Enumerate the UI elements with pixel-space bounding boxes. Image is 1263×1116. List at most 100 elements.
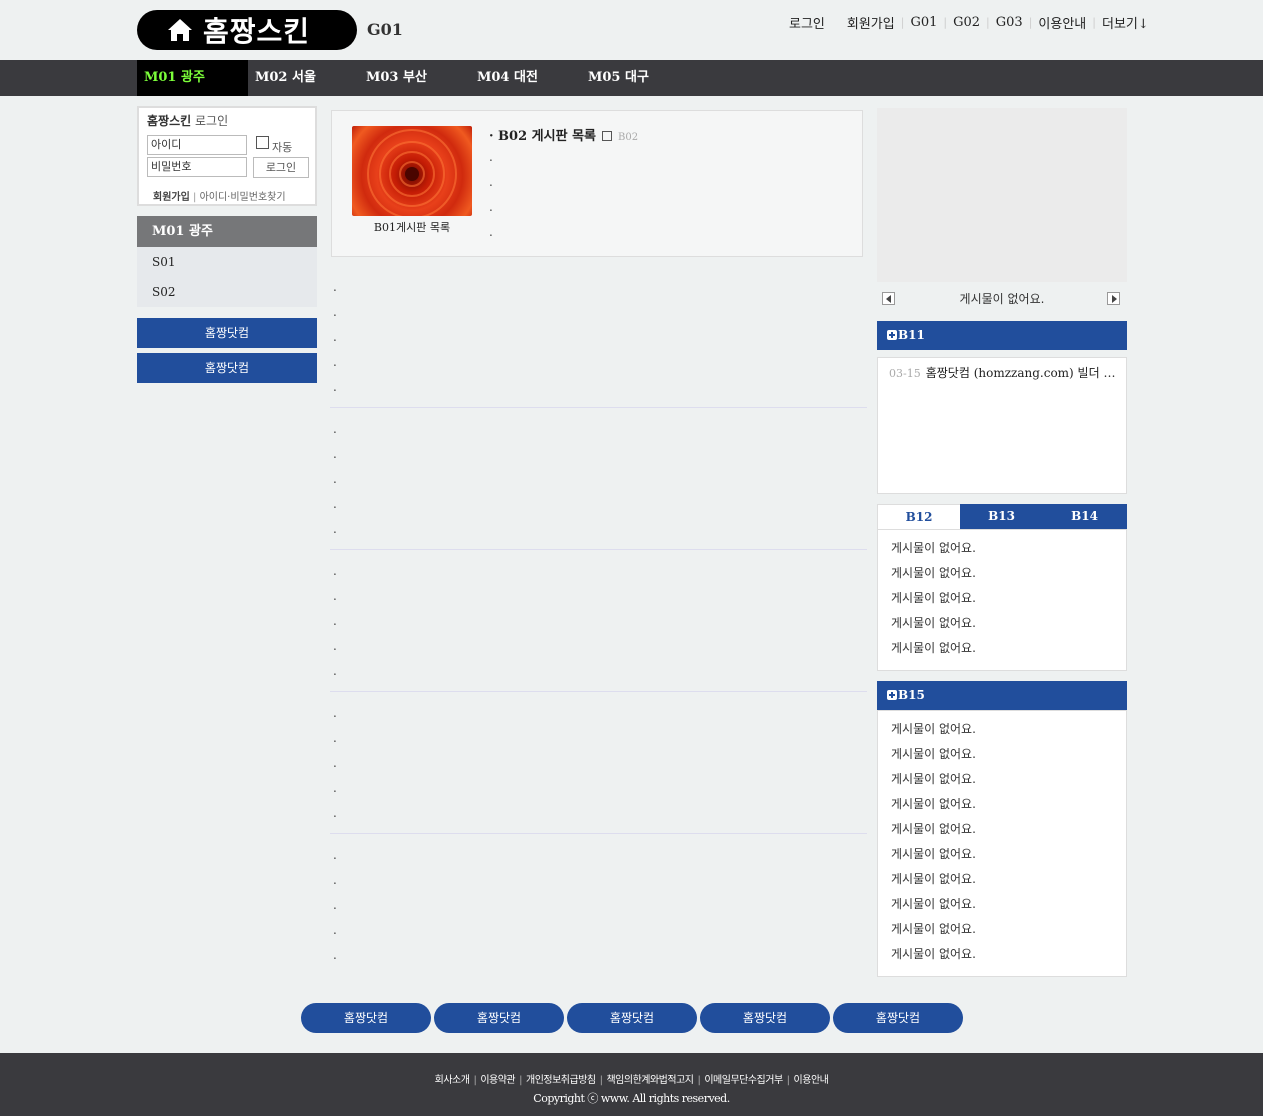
footer-link[interactable]: 이메일무단수집거부 [704, 1075, 783, 1086]
empty-message: 게시물이 없어요. [891, 772, 976, 786]
site-logo[interactable]: 홈짱스킨 [137, 10, 357, 50]
logo-text: 홈짱스킨 [203, 15, 311, 48]
left-menu: M01 광주 S01 S02 [137, 216, 317, 307]
b15-panel-head[interactable]: B15 [877, 681, 1127, 710]
featured-thumbnail[interactable] [352, 126, 472, 216]
divider: | [786, 1075, 790, 1086]
left-banner-button[interactable]: 홈짱닷컴 [137, 353, 317, 383]
list-item[interactable]: 03-15 홈짱닷컴 (homzzang.com) 빌더 … [889, 364, 1119, 381]
tab-b12[interactable]: B12 [877, 504, 960, 529]
list-item[interactable]: . [333, 781, 337, 795]
topnav-g03[interactable]: G03 [996, 15, 1023, 30]
topnav-g02[interactable]: G02 [953, 15, 980, 30]
thumbnail-caption[interactable]: B01게시판 목록 [352, 219, 472, 235]
mainnav-item-m04[interactable]: M04 대전 [470, 60, 581, 96]
board-title-code: · B02 [489, 129, 528, 144]
empty-message: 게시물이 없어요. [891, 947, 976, 961]
list-item[interactable]: . [333, 706, 337, 720]
b11-panel-head[interactable]: B11 [877, 321, 1127, 350]
board-list-group: ..... [330, 266, 867, 408]
footer-link[interactable]: 개인정보취급방침 [526, 1075, 596, 1086]
bottom-banner-button[interactable]: 홈짱닷컴 [833, 1003, 963, 1033]
topnav-join[interactable]: 회원가입 [847, 13, 895, 32]
mainnav-item-m05[interactable]: M05 대구 [581, 60, 692, 96]
list-item[interactable]: . [333, 948, 337, 962]
mainnav-item-m01[interactable]: M01 광주 [137, 60, 248, 96]
empty-message: 게시물이 없어요. [891, 922, 976, 936]
list-item[interactable]: . [333, 639, 337, 653]
list-item[interactable]: . [333, 589, 337, 603]
list-item[interactable]: . [333, 564, 337, 578]
login-box: 홈짱스킨 로그인 아이디 비밀번호 자동 로그인 회원가입 | 아이디·비밀번호… [137, 106, 317, 206]
list-item[interactable]: . [489, 175, 493, 189]
list-item[interactable]: . [333, 522, 337, 536]
list-item[interactable]: . [333, 305, 337, 319]
mainnav-item-m02[interactable]: M02 서울 [248, 60, 359, 96]
auto-login-checkbox[interactable] [256, 136, 269, 149]
divider: | [900, 16, 905, 29]
list-item[interactable]: . [333, 380, 337, 394]
board-list-group: ..... [330, 550, 867, 692]
bottom-banner-button[interactable]: 홈짱닷컴 [301, 1003, 431, 1033]
login-title-brand: 홈짱스킨 [147, 114, 192, 128]
list-item[interactable]: . [333, 355, 337, 369]
bottom-banner-button[interactable]: 홈짱닷컴 [700, 1003, 830, 1033]
left-menu-item-s01[interactable]: S01 [137, 247, 317, 277]
topnav-g01[interactable]: G01 [910, 15, 937, 30]
divider: | [1092, 16, 1096, 29]
list-item[interactable]: . [333, 756, 337, 770]
list-item[interactable]: . [333, 873, 337, 887]
list-item[interactable]: . [333, 497, 337, 511]
topnav-guide[interactable]: 이용안내 [1038, 13, 1086, 32]
topnav-login[interactable]: 로그인 [789, 13, 825, 32]
tab-b13[interactable]: B13 [960, 504, 1043, 529]
footer-link[interactable]: 회사소개 [435, 1075, 470, 1086]
top-nav: 로그인 회원가입 | G01 | G02 | G03 | 이용안내 | 더보기↓ [789, 13, 1149, 32]
board-list-group: ..... [330, 834, 867, 976]
list-item[interactable]: . [489, 200, 493, 214]
list-item[interactable]: . [333, 731, 337, 745]
left-menu-item-s02[interactable]: S02 [137, 277, 317, 307]
list-item[interactable]: . [333, 422, 337, 436]
list-item[interactable]: . [333, 806, 337, 820]
list-item[interactable]: . [489, 150, 493, 164]
list-item[interactable]: . [333, 330, 337, 344]
board-tag: B02 [618, 132, 639, 143]
find-account-link[interactable]: 아이디·비밀번호찾기 [200, 192, 286, 203]
mainnav-item-m03[interactable]: M03 부산 [359, 60, 470, 96]
bottom-banner-button[interactable]: 홈짱닷컴 [434, 1003, 564, 1033]
divider: | [519, 1075, 522, 1086]
join-link[interactable]: 회원가입 [153, 192, 190, 203]
tab-panel: 게시물이 없어요. 게시물이 없어요. 게시물이 없어요. 게시물이 없어요. 게시물이… [877, 529, 1127, 671]
footer-link[interactable]: 이용안내 [794, 1075, 829, 1086]
empty-message: 게시물이 없어요. [891, 541, 976, 555]
featured-board: B01게시판 목록 · B02 게시판 목록 B02 . . . . [331, 110, 863, 257]
post-date: 03-15 [889, 367, 921, 380]
login-title: 홈짱스킨 로그인 [147, 112, 228, 129]
list-item[interactable]: . [333, 280, 337, 294]
empty-message: 게시물이 없어요. [891, 797, 976, 811]
tab-b14[interactable]: B14 [1043, 504, 1126, 529]
board-title[interactable]: · B02 게시판 목록 B02 [489, 125, 638, 144]
list-item[interactable]: . [333, 472, 337, 486]
slider-next-button[interactable] [1107, 292, 1120, 305]
footer-link[interactable]: 이용약관 [480, 1075, 515, 1086]
list-item[interactable]: . [333, 614, 337, 628]
divider: | [697, 1075, 701, 1086]
list-item[interactable]: . [333, 848, 337, 862]
password-input[interactable]: 비밀번호 [147, 157, 247, 177]
list-item[interactable]: . [333, 447, 337, 461]
left-menu-head[interactable]: M01 광주 [137, 216, 317, 247]
b11-panel: 03-15 홈짱닷컴 (homzzang.com) 빌더 … [877, 357, 1127, 494]
login-button[interactable]: 로그인 [253, 157, 309, 178]
list-item[interactable]: . [333, 898, 337, 912]
list-item[interactable]: . [333, 923, 337, 937]
slider-message: 게시물이 없어요. [959, 292, 1045, 306]
footer-link[interactable]: 책임의한계와법적고지 [606, 1075, 694, 1086]
id-input[interactable]: 아이디 [147, 135, 247, 155]
topnav-more[interactable]: 더보기↓ [1102, 13, 1149, 32]
list-item[interactable]: . [333, 664, 337, 678]
left-banner-button[interactable]: 홈짱닷컴 [137, 318, 317, 348]
list-item[interactable]: . [489, 225, 493, 239]
bottom-banner-button[interactable]: 홈짱닷컴 [567, 1003, 697, 1033]
